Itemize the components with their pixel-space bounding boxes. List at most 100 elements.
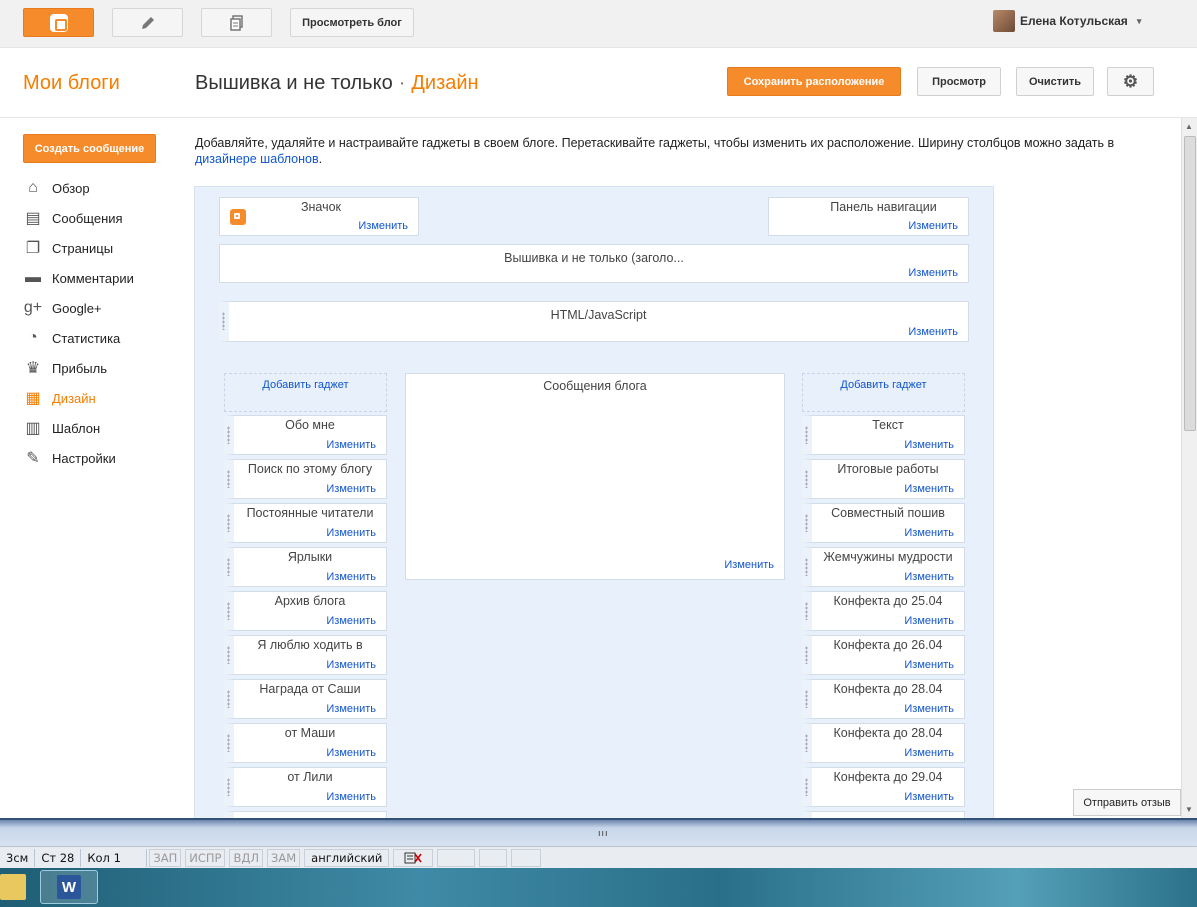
edit-link[interactable]: Изменить [326, 747, 376, 759]
sidebar-item[interactable]: g+ Google+ [23, 293, 134, 323]
sidebar-item[interactable]: ♛ Прибыль [23, 353, 134, 383]
edit-link[interactable]: Изменить [326, 659, 376, 671]
sidebar-item[interactable]: ▥ Шаблон [23, 413, 134, 443]
add-gadget-left[interactable]: Добавить гаджет [224, 373, 387, 412]
sidebar-gadget[interactable]: Конфекта до 28.04 Изменить [802, 723, 965, 763]
create-post-button[interactable]: Создать сообщение [23, 134, 156, 163]
user-menu[interactable]: Елена Котульская ▾ [993, 10, 1141, 32]
edit-link[interactable]: Изменить [904, 747, 954, 759]
sidebar-gadget[interactable]: Конфекта до 26.04 Изменить [802, 635, 965, 675]
add-gadget-right[interactable]: Добавить гаджет [802, 373, 965, 412]
edit-link[interactable]: Изменить [904, 527, 954, 539]
page-scrollbar[interactable]: ▲ ▼ [1181, 118, 1197, 818]
edit-link[interactable]: Изменить [904, 659, 954, 671]
folder-icon[interactable] [0, 874, 26, 900]
status-rec[interactable]: ЗАП [149, 848, 182, 867]
gadget-title: Совместный пошив [831, 506, 945, 520]
sidebar-gadget[interactable]: Конфекта до 25.04 Изменить [802, 591, 965, 631]
split-grip-icon[interactable]: ııı [598, 828, 609, 838]
sidebar-item-label: Комментарии [52, 270, 134, 286]
sidebar-item[interactable]: ▦ Дизайн [23, 383, 134, 413]
new-post-button[interactable] [112, 8, 183, 37]
sidebar-item[interactable]: ◔ Статистика [23, 323, 134, 353]
sidebar-item[interactable]: ❐ Страницы [23, 233, 134, 263]
pages-button[interactable] [201, 8, 272, 37]
sidebar-item-icon: ♛ [25, 360, 41, 377]
my-blogs-link[interactable]: Мои блоги [23, 72, 120, 95]
edit-link[interactable]: Изменить [724, 559, 774, 571]
edit-link[interactable]: Изменить [326, 791, 376, 803]
header-gadget[interactable]: Вышивка и не только (заголо... Изменить [219, 244, 969, 283]
gadget-title: Конфекта до 28.04 [833, 682, 943, 696]
spellcheck-icon[interactable] [393, 848, 434, 867]
edit-link[interactable]: Изменить [326, 571, 376, 583]
sidebar-gadget[interactable]: Постоянные читатели Изменить [224, 503, 387, 543]
status-language[interactable]: английский [304, 848, 390, 867]
sidebar-item-icon: g+ [23, 299, 43, 316]
edit-link[interactable]: Изменить [904, 703, 954, 715]
blog-posts-gadget[interactable]: Сообщения блога Изменить [405, 373, 785, 580]
gadget-title: Обо мне [285, 418, 335, 432]
view-blog-button[interactable]: Просмотреть блог [290, 8, 414, 37]
sidebar-item[interactable]: ✎ Настройки [23, 443, 134, 473]
scroll-down-icon[interactable]: ▼ [1185, 805, 1193, 814]
scroll-up-icon[interactable]: ▲ [1185, 122, 1193, 131]
sidebar-gadget[interactable]: Итоговые работы Изменить [802, 459, 965, 499]
edit-link[interactable]: Изменить [908, 220, 958, 232]
edit-link[interactable]: Изменить [904, 571, 954, 583]
html-gadget[interactable]: HTML/JavaScript Изменить [219, 301, 969, 342]
sidebar-gadget[interactable]: от Маши Изменить [224, 723, 387, 763]
chevron-down-icon: ▾ [1136, 15, 1142, 26]
sidebar-gadget[interactable]: Конфекта до 28.04 Изменить [802, 679, 965, 719]
preview-button[interactable]: Просмотр [917, 67, 1001, 96]
user-name: Елена Котульская [1020, 14, 1128, 28]
edit-link[interactable]: Изменить [326, 703, 376, 715]
page-title: Вышивка и не только · Дизайн [195, 72, 479, 95]
sidebar-item[interactable]: ⌂ Обзор [23, 173, 134, 203]
sidebar-gadget[interactable]: Я люблю ходить в Изменить [224, 635, 387, 675]
status-ovr[interactable]: ЗАМ [267, 848, 301, 867]
sidebar-gadget[interactable]: Ярлыки Изменить [224, 547, 387, 587]
sidebar-item[interactable]: ▤ Сообщения [23, 203, 134, 233]
edit-link[interactable]: Изменить [904, 791, 954, 803]
sidebar-gadget[interactable]: Конфекта до 29.04 Изменить [802, 767, 965, 807]
edit-link[interactable]: Изменить [908, 326, 958, 338]
template-designer-link[interactable]: дизайнере шаблонов [195, 152, 319, 166]
edit-link[interactable]: Изменить [904, 615, 954, 627]
sidebar-item[interactable]: ▬ Комментарии [23, 263, 134, 293]
edit-link[interactable]: Изменить [326, 615, 376, 627]
sidebar-gadget[interactable]: Совместный пошив Изменить [802, 503, 965, 543]
settings-gear-button[interactable]: ⚙ [1107, 67, 1154, 96]
status-ext[interactable]: ВДЛ [229, 848, 263, 867]
sidebar-gadget[interactable]: Текст Изменить [802, 415, 965, 455]
edit-link[interactable]: Изменить [904, 483, 954, 495]
sidebar-gadget[interactable]: Архив блога Изменить [224, 591, 387, 631]
top-bar: Просмотреть блог Елена Котульская ▾ [0, 0, 1197, 48]
sidebar-item-label: Настройки [52, 450, 116, 466]
window-splitter[interactable]: ııı [0, 818, 1197, 846]
sidebar-gadget[interactable]: Награда от Саши Изменить [224, 679, 387, 719]
edit-link[interactable]: Изменить [326, 527, 376, 539]
gadget-title: Конфекта до 28.04 [833, 726, 943, 740]
edit-link[interactable]: Изменить [904, 439, 954, 451]
status-track[interactable]: ИСПР [185, 848, 226, 867]
edit-link[interactable]: Изменить [908, 267, 958, 279]
sidebar-gadget[interactable]: Поиск по этому блогу Изменить [224, 459, 387, 499]
sidebar-gadget[interactable]: Обо мне Изменить [224, 415, 387, 455]
favicon-gadget[interactable]: Значок Изменить [219, 197, 419, 236]
word-taskbar-button[interactable]: W [40, 870, 98, 904]
blogger-home-button[interactable] [23, 8, 94, 37]
sidebar-item-icon: ▦ [25, 390, 41, 407]
navbar-gadget[interactable]: Панель навигации Изменить [768, 197, 969, 236]
edit-link[interactable]: Изменить [358, 220, 408, 232]
sidebar-gadget[interactable]: Жемчужины мудрости Изменить [802, 547, 965, 587]
save-layout-button[interactable]: Сохранить расположение [727, 67, 901, 96]
sidebar-gadget[interactable]: от Лили Изменить [224, 767, 387, 807]
send-feedback-button[interactable]: Отправить отзыв [1073, 789, 1181, 816]
edit-link[interactable]: Изменить [326, 483, 376, 495]
status-line: Ст 28 [35, 848, 82, 867]
scroll-thumb[interactable] [1184, 136, 1196, 431]
gadget-title: HTML/JavaScript [550, 308, 647, 322]
clear-button[interactable]: Очистить [1016, 67, 1094, 96]
edit-link[interactable]: Изменить [326, 439, 376, 451]
